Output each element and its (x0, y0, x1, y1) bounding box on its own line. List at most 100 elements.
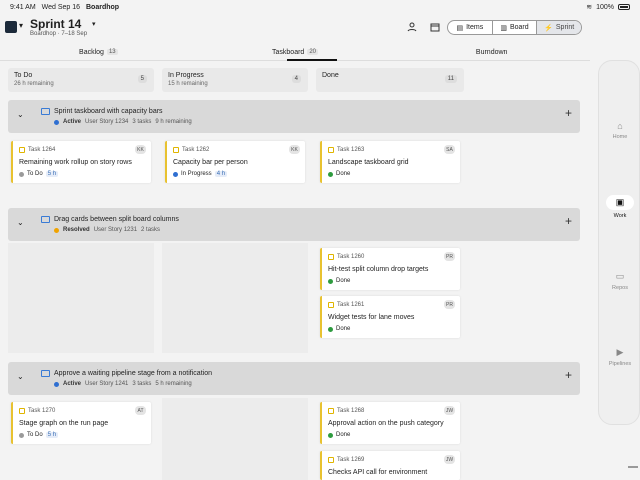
column-header-done: Done 11 (316, 68, 464, 92)
view-items-button[interactable]: ▤ Items (448, 21, 493, 34)
tab-count: 13 (106, 49, 118, 55)
task-title: Landscape taskboard grid (328, 159, 409, 166)
nav-pipelines[interactable]: ▶ Pipelines (599, 347, 640, 367)
sprint-icon: ⚡ (544, 24, 553, 32)
avatar[interactable]: JW (444, 406, 455, 415)
task-card[interactable]: Task 1269 JW Checks API call for environ… (320, 451, 460, 480)
page-title[interactable]: Sprint 14 (30, 17, 81, 31)
story-row[interactable]: ⌄ Sprint taskboard with capacity bars Ac… (8, 100, 580, 133)
status-dot (19, 432, 24, 438)
tab-backlog[interactable]: Backlog 13 (0, 44, 197, 60)
task-icon (19, 147, 25, 153)
view-switcher: ▤ Items ▥ Board ⚡ Sprint (447, 20, 582, 35)
nav-rail: ⌂ Home ▣ Work ▭ Repos ▶ Pipelines (598, 60, 640, 425)
hours-badge: 5 h (45, 432, 59, 438)
task-icon (328, 254, 334, 260)
avatar[interactable]: SA (444, 145, 455, 154)
status-date: Wed Sep 16 (41, 3, 81, 11)
task-title: Widget tests for lane moves (328, 314, 415, 321)
task-id: Task 1261 (337, 302, 365, 308)
tab-taskboard[interactable]: Taskboard 20 (197, 44, 394, 61)
status-dot (328, 432, 333, 438)
status-dot (328, 326, 333, 332)
home-icon: ⌂ (617, 121, 623, 131)
wifi-icon: ≋ (586, 4, 593, 11)
chevron-down-icon[interactable]: ⌄ (17, 372, 24, 381)
task-card[interactable]: Task 1268 JW Approval action on the push… (320, 402, 460, 444)
chevron-down-icon[interactable]: ⌄ (17, 218, 24, 227)
task-title: Stage graph on the run page (19, 420, 109, 427)
avatar[interactable]: KK (289, 145, 300, 154)
task-id: Task 1268 (337, 408, 365, 414)
story-meta: Active User Story 1234 3 tasks 9 h remai… (54, 119, 192, 125)
view-sprint-button[interactable]: ⚡ Sprint (537, 21, 581, 34)
story-row[interactable]: ⌄ Drag cards between split board columns… (8, 208, 580, 241)
story-title[interactable]: Drag cards between split board columns (54, 216, 179, 223)
battery-icon (618, 4, 630, 10)
app-logo-icon[interactable] (5, 21, 17, 33)
nav-home[interactable]: ⌂ Home (599, 121, 640, 140)
view-board-button[interactable]: ▥ Board (493, 21, 538, 34)
story-meta: Active User Story 1241 3 tasks 5 h remai… (54, 381, 192, 387)
person-icon[interactable] (407, 22, 417, 35)
chevron-down-icon[interactable]: ▾ (19, 21, 23, 30)
task-icon (328, 408, 334, 414)
hours-badge: 5 h (45, 171, 59, 177)
title-chevron-icon[interactable]: ▾ (92, 20, 96, 28)
task-card[interactable]: Task 1264 KK Remaining work rollup on st… (11, 141, 151, 183)
task-icon (173, 147, 179, 153)
task-icon (19, 408, 25, 414)
task-state: Done (336, 326, 351, 332)
task-card[interactable]: Task 1261 PR Widget tests for lane moves… (320, 296, 460, 338)
task-icon (328, 457, 334, 463)
avatar[interactable]: AT (135, 406, 146, 415)
task-id: Task 1263 (337, 147, 365, 153)
story-title[interactable]: Approve a waiting pipeline stage from a … (54, 370, 212, 377)
task-state: To Do (27, 432, 43, 438)
task-card[interactable]: Task 1260 PR Hit-test split column drop … (320, 248, 460, 290)
nav-repos[interactable]: ▭ Repos (599, 271, 640, 291)
play-icon: ▶ (616, 347, 624, 357)
add-task-button[interactable]: + (565, 106, 572, 120)
column-lane-todo (8, 243, 154, 353)
status-dot (328, 171, 333, 177)
story-meta: Resolved User Story 1231 2 tasks (54, 227, 160, 233)
avatar[interactable]: JW (444, 455, 455, 464)
calendar-icon[interactable] (430, 22, 440, 35)
task-card[interactable]: Task 1263 SA Landscape taskboard grid Do… (320, 141, 460, 183)
page-subtitle: Boardhop · 7–18 Sep (30, 31, 88, 37)
items-icon: ▤ (456, 24, 464, 32)
add-task-button[interactable]: + (565, 214, 572, 228)
task-id: Task 1262 (182, 147, 210, 153)
column-lane-inprogress (162, 398, 308, 480)
status-dot (54, 227, 59, 233)
status-time: 9:41 AM (10, 3, 36, 11)
task-title: Hit-test split column drop targets (328, 266, 429, 273)
avatar[interactable]: PR (444, 252, 455, 261)
home-indicator[interactable] (628, 466, 638, 468)
battery-percent: 100% (596, 3, 614, 11)
story-status: Resolved (63, 227, 90, 233)
task-card[interactable]: Task 1262 KK Capacity bar per person In … (165, 141, 305, 183)
story-status: Active (63, 381, 82, 387)
column-count: 4 (291, 75, 301, 83)
task-state: To Do (27, 171, 43, 177)
add-task-button[interactable]: + (565, 368, 572, 382)
nav-work[interactable]: ▣ Work (599, 195, 640, 219)
chevron-down-icon[interactable]: ⌄ (17, 110, 24, 119)
column-count: 5 (137, 75, 147, 83)
tab-burndown[interactable]: Burndown (393, 44, 590, 60)
task-id: Task 1260 (337, 254, 365, 260)
folder-icon: ▭ (615, 271, 625, 281)
header: ▾ Sprint 14 ▾ Boardhop · 7–18 Sep ▤ Items… (0, 14, 640, 44)
avatar[interactable]: KK (135, 145, 146, 154)
column-count: 11 (444, 75, 457, 83)
avatar[interactable]: PR (444, 300, 455, 309)
status-dot (19, 171, 24, 177)
task-id: Task 1270 (28, 408, 56, 414)
task-card[interactable]: Task 1270 AT Stage graph on the run page… (11, 402, 151, 444)
task-state: In Progress (181, 171, 212, 177)
story-title[interactable]: Sprint taskboard with capacity bars (54, 108, 163, 115)
task-icon (328, 147, 334, 153)
story-row[interactable]: ⌄ Approve a waiting pipeline stage from … (8, 362, 580, 395)
